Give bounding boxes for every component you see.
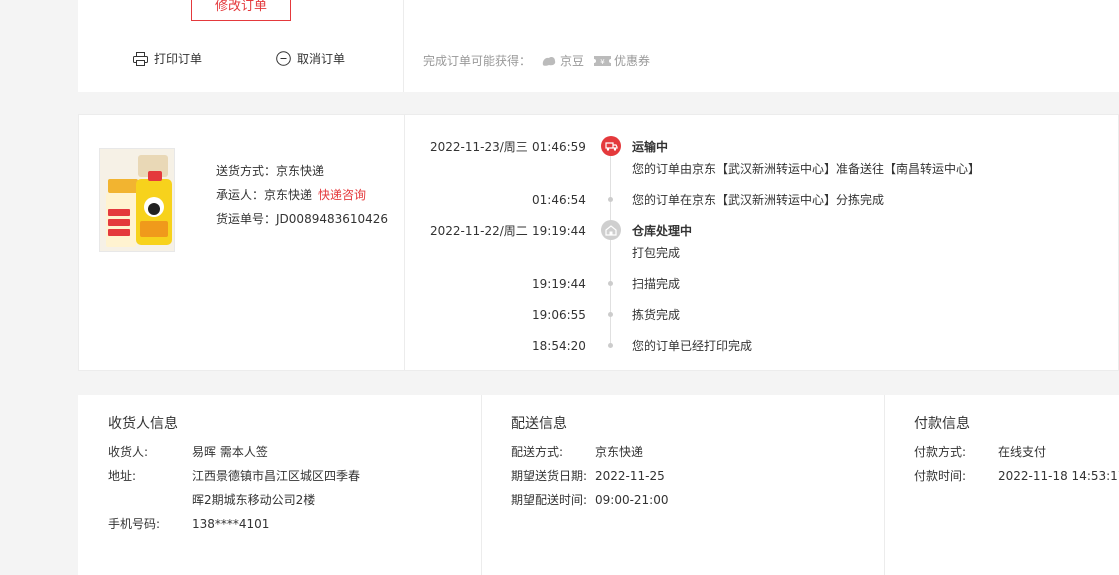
timeline-dot (608, 343, 613, 348)
coupon-icon: ¥ (594, 55, 612, 66)
tracking-number-value: JD0089483610426 (276, 212, 389, 226)
logistics-timeline: 2022-11-23/周三 01:46:59 运输中 您的订单由京东【武汉新洲转… (405, 115, 1119, 370)
order-actions-panel: 修改订单 打印订单 取消订单 (78, 0, 404, 92)
timeline-status: 仓库处理中 (632, 224, 693, 238)
payment-method-label: 付款方式: (914, 445, 967, 459)
cancel-order-label: 取消订单 (297, 52, 346, 66)
timeline-text: 您的订单在京东【武汉新洲转运中心】分拣完成 (632, 193, 885, 207)
package-panel: 送货方式：京东快递 承运人：京东快递 快递咨询 货运单号：JD0089483610… (79, 115, 405, 370)
expected-time-value: 09:00-21:00 (595, 493, 669, 507)
receiver-phone-row: 手机号码: 138****4101 (108, 512, 269, 536)
delivery-info-section: 配送信息 配送方式: 京东快递 期望送货日期: 2022-11-25 期望配送时间:… (482, 395, 885, 575)
order-actions-card: 修改订单 打印订单 取消订单 完成订单可能获得： 京豆 ¥ 优惠券 (78, 0, 1119, 92)
coupon-label: 优惠券 (614, 54, 651, 68)
receiver-address-line2: 晖2期城东移动公司2楼 (192, 493, 316, 507)
payment-time-row: 付款时间: 2022-11-18 14:53:17 (914, 464, 1119, 488)
receiver-name-value: 易晖 需本人签 (192, 445, 268, 459)
benefits-label: 完成订单可能获得： (423, 54, 532, 68)
shipping-card: 送货方式：京东快递 承运人：京东快递 快递咨询 货运单号：JD0089483610… (78, 114, 1119, 371)
payment-info-section: 付款信息 付款方式: 在线支付 付款时间: 2022-11-18 14:53:17 (885, 395, 1119, 575)
receiver-info-section: 收货人信息 收货人: 易晖 需本人签 地址: 江西景德镇市昌江区城区四季春 晖2期城… (78, 395, 482, 575)
modify-order-button[interactable]: 修改订单 (191, 0, 291, 21)
timeline-text: 打包完成 (632, 246, 681, 260)
receiver-address-row: 地址: 江西景德镇市昌江区城区四季春 (108, 464, 360, 488)
delivery-method-info-row: 配送方式: 京东快递 (511, 440, 643, 464)
receiver-name-row: 收货人: 易晖 需本人签 (108, 440, 268, 464)
warehouse-icon (601, 220, 621, 240)
carrier-value: 京东快递 (264, 188, 313, 202)
receiver-phone-value: 138****4101 (192, 517, 270, 531)
expected-time-row: 期望配送时间: 09:00-21:00 (511, 488, 669, 512)
printer-icon (133, 51, 148, 66)
timeline-dot (608, 197, 613, 202)
timeline-time: 01:46:59 (532, 140, 586, 154)
timeline-text: 扫描完成 (632, 277, 681, 291)
expected-date-row: 期望送货日期: 2022-11-25 (511, 464, 665, 488)
delivery-method-info-value: 京东快递 (595, 445, 644, 459)
delivery-method-info-label: 配送方式: (511, 445, 564, 459)
delivery-method-value: 京东快递 (276, 164, 325, 178)
payment-time-label: 付款时间: (914, 469, 967, 483)
payment-method-value: 在线支付 (998, 445, 1047, 459)
delivery-info-title: 配送信息 (511, 416, 567, 432)
expected-date-label: 期望送货日期: (511, 469, 588, 483)
receiver-address-line1: 江西景德镇市昌江区城区四季春 (192, 469, 361, 483)
carrier-label: 承运人： (216, 188, 265, 202)
receiver-name-label: 收货人: (108, 445, 149, 459)
timeline-dot (608, 312, 613, 317)
timeline-text: 拣货完成 (632, 308, 681, 322)
product-image-icon (100, 149, 174, 251)
expected-time-label: 期望配送时间: (511, 493, 588, 507)
scalloped-divider (78, 88, 1119, 98)
product-thumbnail[interactable] (99, 148, 175, 252)
timeline-dot (608, 281, 613, 286)
coupon-benefit[interactable]: ¥ 优惠券 (594, 52, 650, 69)
delivery-method-row: 送货方式：京东快递 (216, 159, 388, 183)
minus-circle-icon (276, 51, 291, 66)
timeline-text: 您的订单由京东【武汉新洲转运中心】准备送往【南昌转运中心】 (632, 162, 981, 176)
tracking-number-row: 货运单号：JD0089483610426 (216, 207, 388, 231)
tracking-number-label: 货运单号： (216, 212, 277, 226)
timeline-time: 01:46:54 (532, 193, 586, 207)
payment-time-value: 2022-11-18 14:53:17 (998, 469, 1119, 483)
timeline-status: 运输中 (632, 140, 669, 154)
expected-date-value: 2022-11-25 (595, 469, 665, 483)
timeline-time: 19:19:44 (532, 224, 586, 238)
order-benefits: 完成订单可能获得： 京豆 ¥ 优惠券 (423, 52, 650, 69)
receiver-address-label: 地址: (108, 469, 137, 483)
print-order-button[interactable]: 打印订单 (133, 50, 202, 67)
timeline-time: 19:19:44 (532, 277, 586, 291)
payment-method-row: 付款方式: 在线支付 (914, 440, 1046, 464)
truck-icon (601, 136, 621, 156)
carrier-row: 承运人：京东快递 快递咨询 (216, 183, 388, 207)
timeline-time: 18:54:20 (532, 339, 586, 353)
shipping-details: 送货方式：京东快递 承运人：京东快递 快递咨询 货运单号：JD0089483610… (216, 159, 388, 231)
timeline-date: 2022-11-23/周三 (430, 140, 528, 154)
payment-info-title: 付款信息 (914, 416, 970, 432)
cancel-order-button[interactable]: 取消订单 (276, 50, 345, 67)
bean-icon (542, 56, 556, 66)
timeline-time: 19:06:55 (532, 308, 586, 322)
print-order-label: 打印订单 (154, 52, 203, 66)
timeline-text: 您的订单已经打印完成 (632, 339, 753, 353)
delivery-method-label: 送货方式： (216, 164, 277, 178)
receiver-info-title: 收货人信息 (108, 416, 178, 432)
receiver-phone-label: 手机号码: (108, 517, 161, 531)
express-consult-link[interactable]: 快递咨询 (318, 188, 366, 202)
svg-text:¥: ¥ (600, 58, 605, 66)
order-info-card: 收货人信息 收货人: 易晖 需本人签 地址: 江西景德镇市昌江区城区四季春 晖2期城… (78, 395, 1119, 575)
timeline-date: 2022-11-22/周二 (430, 224, 528, 238)
jingdou-benefit[interactable]: 京豆 (541, 52, 584, 69)
jingdou-label: 京豆 (560, 54, 585, 68)
